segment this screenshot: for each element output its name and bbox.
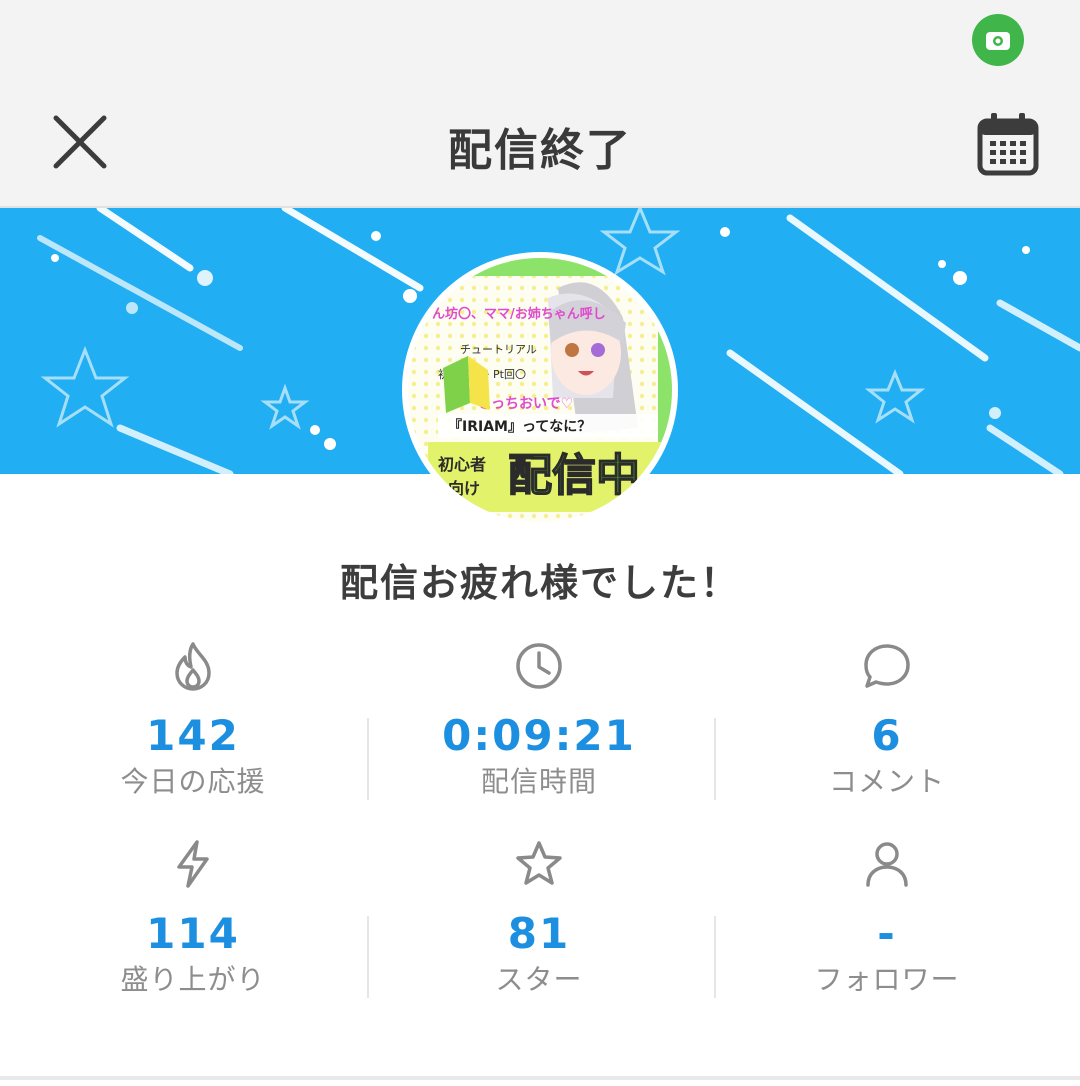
avatar-text-8: 配信中 xyxy=(508,450,640,501)
user-icon xyxy=(866,842,908,887)
stat-followers: - フォロワー xyxy=(714,838,1060,1028)
calendar-button[interactable] xyxy=(968,104,1048,184)
status-bar xyxy=(0,0,1080,86)
flame-icon xyxy=(175,642,211,691)
stat-followers-label: フォロワー xyxy=(814,963,960,996)
stat-divider xyxy=(714,718,716,800)
calendar-icon xyxy=(977,113,1039,176)
avatar-text-2: チュートリアル xyxy=(460,343,537,356)
stat-support: 142 今日の応援 xyxy=(20,640,366,830)
stat-followers-value: - xyxy=(877,909,897,958)
stat-stars-value: 81 xyxy=(507,909,571,958)
page-title: 配信終了 xyxy=(448,125,632,176)
stat-excitement: 114 盛り上がり xyxy=(20,838,366,1028)
stat-stream-time-label: 配信時間 xyxy=(480,765,597,798)
stat-comments-value: 6 xyxy=(871,711,903,760)
avatar-image: ん坊〇、ママ/お姉ちゃん呼し チュートリアル 初見さん・Pt回〇 こっちおいで♡… xyxy=(408,258,672,522)
stat-stream-time-value: 0:09:21 xyxy=(442,711,636,760)
comment-bubble-icon xyxy=(864,644,910,688)
stat-divider xyxy=(714,916,716,998)
stat-comments: 6 コメント xyxy=(714,640,1060,830)
avatar-text-7: 向け xyxy=(448,479,480,498)
avatar-text-5: 『IRIAM』ってなに？ xyxy=(448,418,591,435)
stat-stream-time: 0:09:21 配信時間 xyxy=(366,640,712,830)
stat-divider xyxy=(367,718,369,800)
stream-summary-title: 配信お疲れ様でした！ xyxy=(339,561,740,605)
avatar-text-4: こっちおいで♡ xyxy=(478,396,573,412)
clock-icon xyxy=(516,643,562,689)
lightning-icon xyxy=(177,840,209,888)
bottom-divider xyxy=(0,1076,1080,1080)
stat-stars: 81 スター xyxy=(366,838,712,1028)
stat-excitement-value: 114 xyxy=(146,909,240,958)
stat-support-label: 今日の応援 xyxy=(120,765,266,798)
header-bar: 配信終了 xyxy=(0,86,1080,208)
stat-support-value: 142 xyxy=(146,711,240,760)
avatar-text-6: 初心者 xyxy=(438,455,486,474)
stat-excitement-label: 盛り上がり xyxy=(120,963,266,996)
star-icon xyxy=(516,841,562,885)
stat-comments-label: コメント xyxy=(828,765,945,798)
avatar[interactable]: ん坊〇、ママ/お姉ちゃん呼し チュートリアル 初見さん・Pt回〇 こっちおいで♡… xyxy=(408,258,672,522)
stat-divider xyxy=(367,916,369,998)
stat-stars-label: スター xyxy=(495,963,583,996)
camera-indicator-icon xyxy=(972,14,1024,66)
avatar-text-1: ん坊〇、ママ/お姉ちゃん呼し xyxy=(432,306,606,322)
